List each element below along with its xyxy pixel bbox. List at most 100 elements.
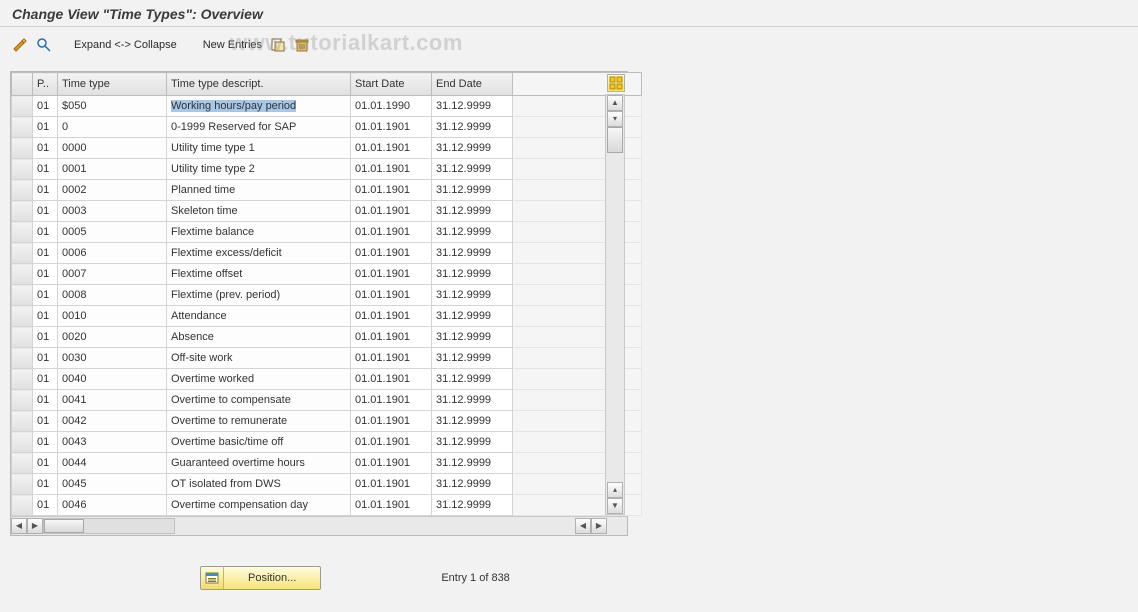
- cell-p[interactable]: 01: [33, 306, 58, 327]
- cell-p[interactable]: 01: [33, 180, 58, 201]
- position-button[interactable]: Position...: [200, 566, 321, 590]
- col-start[interactable]: Start Date: [351, 73, 432, 96]
- scroll-thumb[interactable]: [607, 127, 623, 153]
- cell-start[interactable]: 01.01.1901: [351, 411, 432, 432]
- cell-desc[interactable]: Flextime offset: [167, 264, 351, 285]
- cell-time-type[interactable]: 0001: [58, 159, 167, 180]
- change-display-icon[interactable]: [12, 37, 28, 53]
- cell-time-type[interactable]: 0008: [58, 285, 167, 306]
- hscroll-left-icon[interactable]: ◀: [11, 518, 27, 534]
- cell-end[interactable]: 31.12.9999: [432, 159, 513, 180]
- hscroll-left2-icon[interactable]: ◀: [575, 518, 591, 534]
- cell-end[interactable]: 31.12.9999: [432, 495, 513, 516]
- cell-start[interactable]: 01.01.1901: [351, 285, 432, 306]
- table-config-icon[interactable]: [607, 74, 625, 92]
- row-selector[interactable]: [12, 306, 33, 327]
- table-row[interactable]: 010020Absence01.01.190131.12.9999: [12, 327, 642, 348]
- cell-p[interactable]: 01: [33, 432, 58, 453]
- cell-time-type[interactable]: 0020: [58, 327, 167, 348]
- cell-start[interactable]: 01.01.1901: [351, 180, 432, 201]
- cell-desc[interactable]: Absence: [167, 327, 351, 348]
- cell-p[interactable]: 01: [33, 285, 58, 306]
- cell-end[interactable]: 31.12.9999: [432, 264, 513, 285]
- cell-time-type[interactable]: 0044: [58, 453, 167, 474]
- cell-desc[interactable]: Overtime to compensate: [167, 390, 351, 411]
- cell-desc[interactable]: Overtime compensation day: [167, 495, 351, 516]
- row-selector[interactable]: [12, 495, 33, 516]
- delete-icon[interactable]: [294, 37, 310, 53]
- new-entries-button[interactable]: New Entries: [203, 39, 262, 51]
- find-icon[interactable]: [36, 37, 52, 53]
- vertical-scrollbar[interactable]: ▲ ▾ ▴ ▼: [605, 94, 625, 515]
- cell-desc[interactable]: Flextime excess/deficit: [167, 243, 351, 264]
- cell-end[interactable]: 31.12.9999: [432, 390, 513, 411]
- cell-p[interactable]: 01: [33, 264, 58, 285]
- cell-time-type[interactable]: 0000: [58, 138, 167, 159]
- cell-time-type[interactable]: 0006: [58, 243, 167, 264]
- row-selector[interactable]: [12, 474, 33, 495]
- cell-end[interactable]: 31.12.9999: [432, 201, 513, 222]
- scroll-up-step-icon[interactable]: ▾: [607, 111, 623, 127]
- cell-start[interactable]: 01.01.1901: [351, 474, 432, 495]
- cell-desc[interactable]: Planned time: [167, 180, 351, 201]
- cell-start[interactable]: 01.01.1990: [351, 96, 432, 117]
- cell-start[interactable]: 01.01.1901: [351, 453, 432, 474]
- cell-desc[interactable]: Off-site work: [167, 348, 351, 369]
- table-row[interactable]: 010008Flextime (prev. period)01.01.19013…: [12, 285, 642, 306]
- cell-start[interactable]: 01.01.1901: [351, 264, 432, 285]
- col-p[interactable]: P..: [33, 73, 58, 96]
- row-selector[interactable]: [12, 180, 33, 201]
- row-selector[interactable]: [12, 159, 33, 180]
- col-desc[interactable]: Time type descript.: [167, 73, 351, 96]
- cell-start[interactable]: 01.01.1901: [351, 222, 432, 243]
- cell-p[interactable]: 01: [33, 474, 58, 495]
- cell-p[interactable]: 01: [33, 411, 58, 432]
- table-row[interactable]: 010043Overtime basic/time off01.01.19013…: [12, 432, 642, 453]
- cell-start[interactable]: 01.01.1901: [351, 369, 432, 390]
- cell-p[interactable]: 01: [33, 117, 58, 138]
- row-selector[interactable]: [12, 96, 33, 117]
- cell-time-type[interactable]: 0040: [58, 369, 167, 390]
- cell-time-type[interactable]: 0043: [58, 432, 167, 453]
- cell-p[interactable]: 01: [33, 348, 58, 369]
- cell-end[interactable]: 31.12.9999: [432, 411, 513, 432]
- cell-start[interactable]: 01.01.1901: [351, 348, 432, 369]
- copy-as-icon[interactable]: [270, 37, 286, 53]
- scroll-down-step-icon[interactable]: ▴: [607, 482, 623, 498]
- cell-start[interactable]: 01.01.1901: [351, 432, 432, 453]
- row-selector[interactable]: [12, 117, 33, 138]
- table-row[interactable]: 010041Overtime to compensate01.01.190131…: [12, 390, 642, 411]
- row-selector[interactable]: [12, 201, 33, 222]
- cell-start[interactable]: 01.01.1901: [351, 306, 432, 327]
- table-row[interactable]: 01$050Working hours/pay period01.01.1990…: [12, 96, 642, 117]
- cell-desc[interactable]: Skeleton time: [167, 201, 351, 222]
- horizontal-scrollbar[interactable]: ◀ ▶ ◀ ▶: [11, 516, 627, 535]
- cell-p[interactable]: 01: [33, 369, 58, 390]
- cell-desc[interactable]: OT isolated from DWS: [167, 474, 351, 495]
- cell-start[interactable]: 01.01.1901: [351, 390, 432, 411]
- table-row[interactable]: 010002Planned time01.01.190131.12.9999: [12, 180, 642, 201]
- col-end[interactable]: End Date: [432, 73, 513, 96]
- cell-end[interactable]: 31.12.9999: [432, 117, 513, 138]
- cell-p[interactable]: 01: [33, 495, 58, 516]
- cell-end[interactable]: 31.12.9999: [432, 285, 513, 306]
- cell-end[interactable]: 31.12.9999: [432, 180, 513, 201]
- cell-end[interactable]: 31.12.9999: [432, 348, 513, 369]
- row-selector[interactable]: [12, 369, 33, 390]
- cell-desc[interactable]: Utility time type 1: [167, 138, 351, 159]
- cell-desc[interactable]: Overtime to remunerate: [167, 411, 351, 432]
- col-select[interactable]: [12, 73, 33, 96]
- cell-end[interactable]: 31.12.9999: [432, 96, 513, 117]
- cell-p[interactable]: 01: [33, 327, 58, 348]
- table-row[interactable]: 010005Flextime balance01.01.190131.12.99…: [12, 222, 642, 243]
- table-row[interactable]: 010030Off-site work01.01.190131.12.9999: [12, 348, 642, 369]
- cell-time-type[interactable]: 0041: [58, 390, 167, 411]
- hscroll-right-icon[interactable]: ▶: [27, 518, 43, 534]
- cell-p[interactable]: 01: [33, 453, 58, 474]
- table-row[interactable]: 010045OT isolated from DWS01.01.190131.1…: [12, 474, 642, 495]
- cell-end[interactable]: 31.12.9999: [432, 243, 513, 264]
- cell-p[interactable]: 01: [33, 390, 58, 411]
- cell-p[interactable]: 01: [33, 159, 58, 180]
- row-selector[interactable]: [12, 243, 33, 264]
- cell-desc[interactable]: Overtime basic/time off: [167, 432, 351, 453]
